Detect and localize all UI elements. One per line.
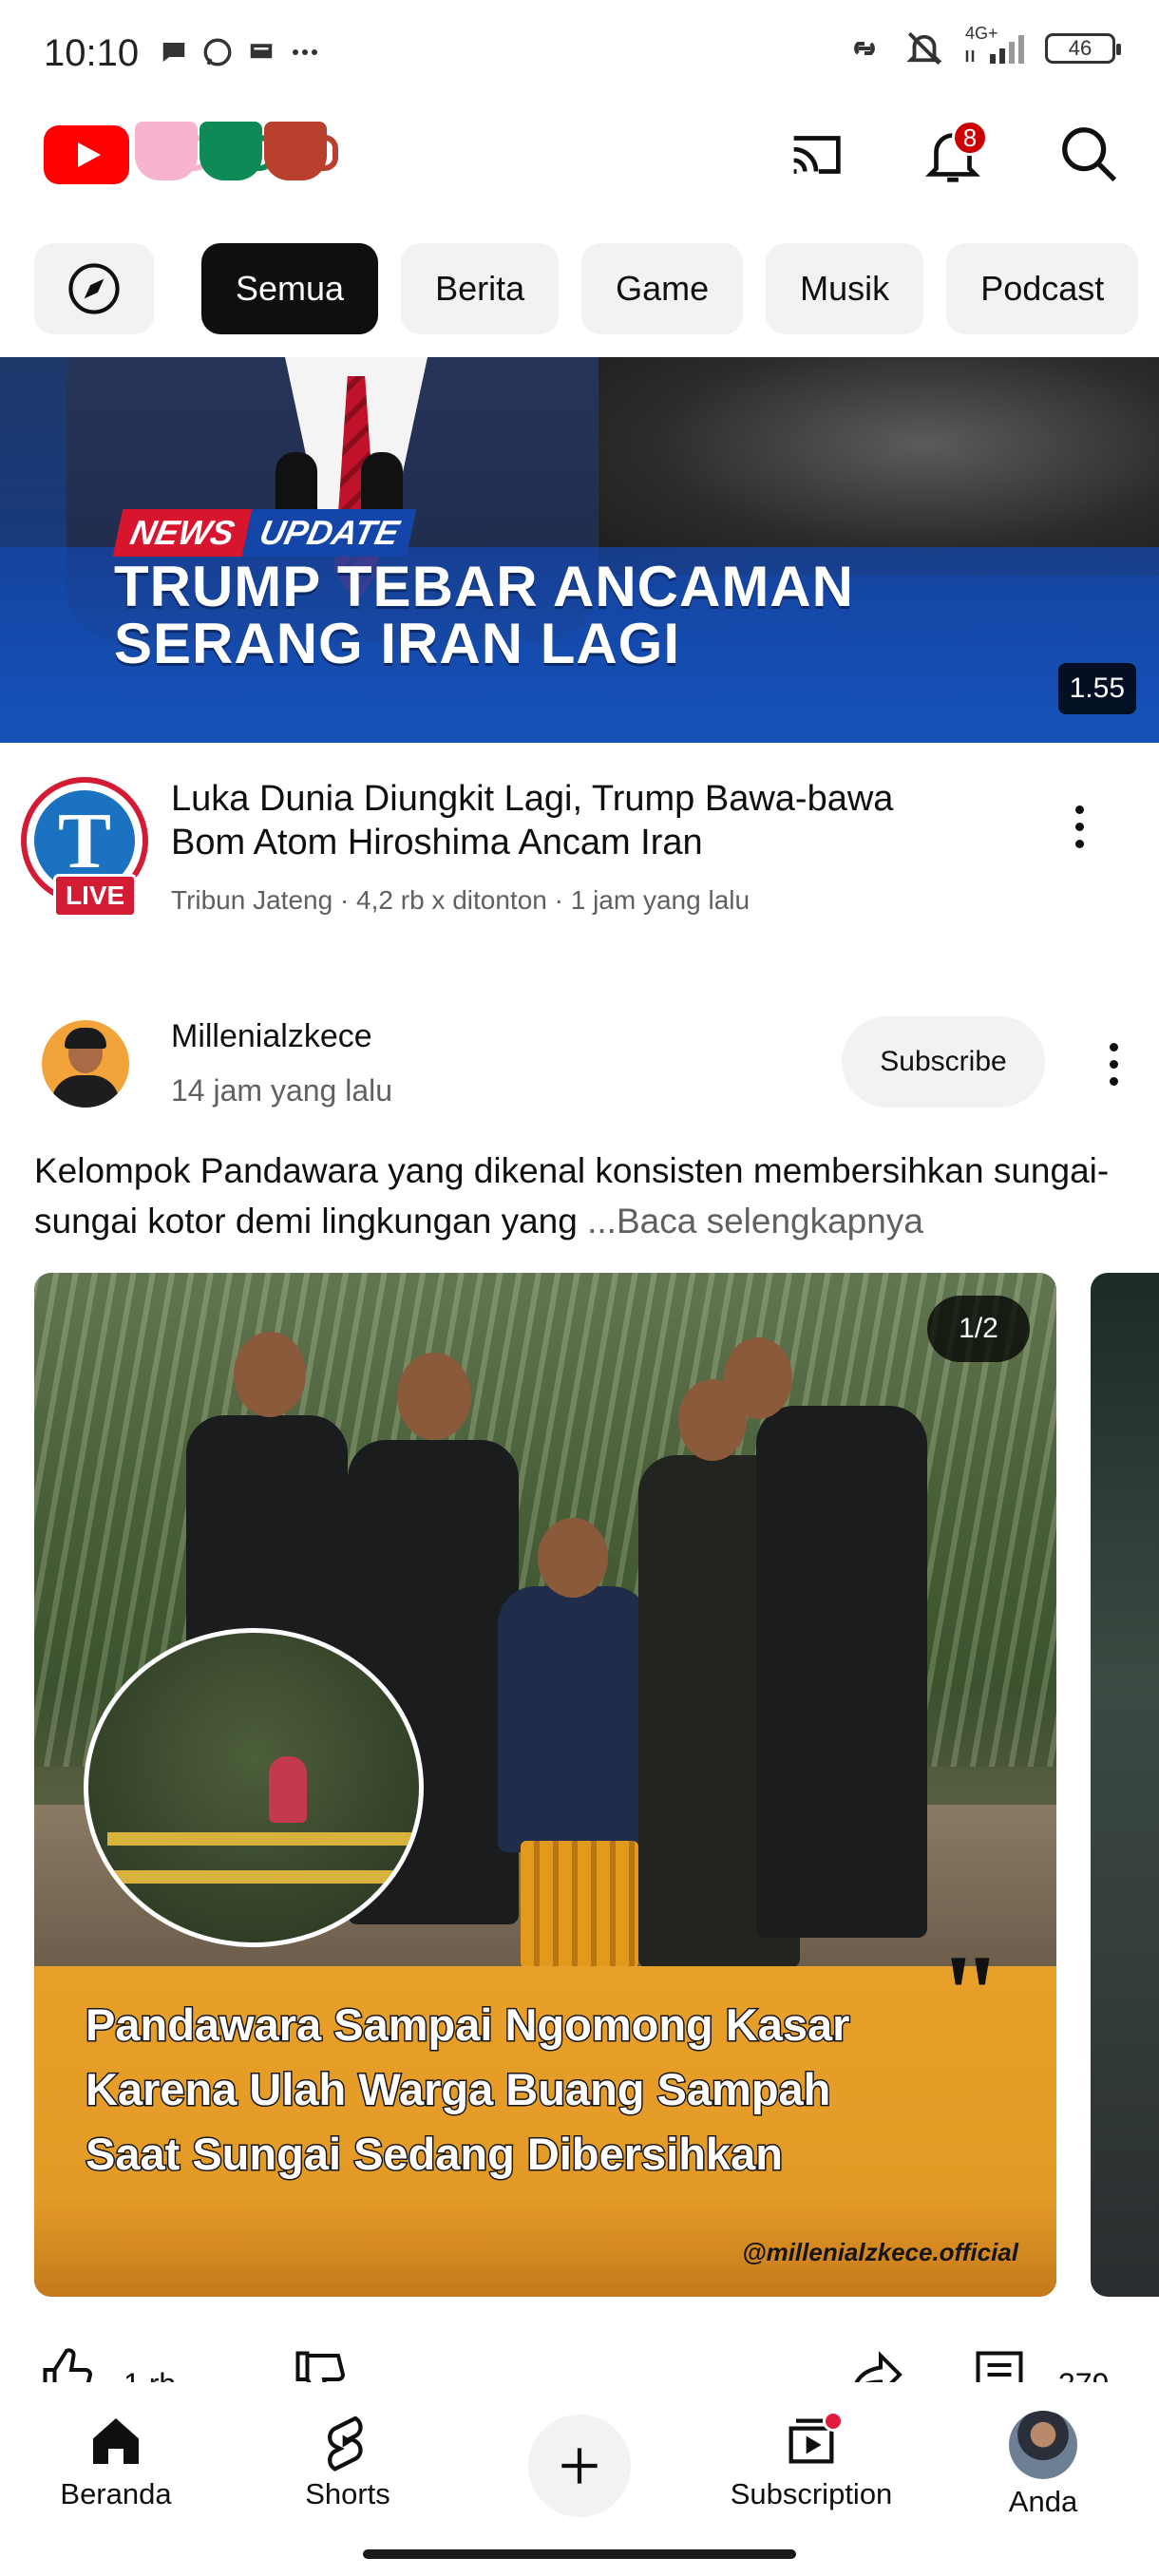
message-icon bbox=[250, 44, 273, 59]
bottom-navigation: Beranda Shorts Subscription Anda bbox=[0, 2382, 1159, 2576]
compass-icon bbox=[68, 263, 120, 314]
post-image[interactable]: 1/2 " Pandawara Sampai Ngomong Kasar Kar… bbox=[34, 1273, 1056, 2297]
post-image-headline-line: Saat Sungai Sedang Dibersihkan bbox=[85, 2128, 785, 2181]
post-channel-avatar[interactable] bbox=[42, 1020, 129, 1108]
battery-level: 46 bbox=[1068, 36, 1092, 60]
doodle-mugs[interactable] bbox=[135, 122, 338, 180]
update-tag-label: UPDATE bbox=[241, 509, 417, 557]
video-more-options-icon[interactable] bbox=[1060, 798, 1098, 855]
video-thumbnail[interactable]: NEWS UPDATE TRUMP TEBAR ANCAMAN SERANG I… bbox=[0, 357, 1159, 743]
chip-semua[interactable]: Semua bbox=[201, 243, 379, 334]
muted-bell-icon bbox=[906, 31, 942, 66]
thumbnail-headline: TRUMP TEBAR ANCAMAN SERANG IRAN LAGI bbox=[114, 559, 854, 672]
post-more-options-icon[interactable] bbox=[1094, 1035, 1132, 1092]
post-text[interactable]: Kelompok Pandawara yang dikenal konsiste… bbox=[34, 1146, 1136, 1246]
filter-chips: Semua Berita Game Musik Podcast bbox=[34, 243, 1139, 334]
cast-icon[interactable] bbox=[783, 122, 849, 188]
news-update-tag: NEWS UPDATE bbox=[112, 509, 417, 557]
post-image-head bbox=[234, 1332, 306, 1417]
create-button[interactable] bbox=[528, 2415, 631, 2517]
post-body: Kelompok Pandawara yang dikenal konsiste… bbox=[34, 1151, 1110, 1241]
post-image-head bbox=[397, 1353, 471, 1440]
post-image-handle: @millenialzkece.official bbox=[742, 2238, 1018, 2266]
nav-shorts[interactable]: Shorts bbox=[253, 2411, 443, 2511]
shorts-icon bbox=[328, 2415, 363, 2472]
nav-subscriptions[interactable]: Subscription bbox=[716, 2411, 906, 2511]
nav-home[interactable]: Beranda bbox=[21, 2411, 211, 2511]
thumbnail-smoke-bg bbox=[570, 357, 1159, 576]
channel-avatar[interactable]: T LIVE bbox=[21, 777, 148, 918]
thumbnail-headline-line: TRUMP TEBAR ANCAMAN bbox=[114, 555, 854, 618]
chip-game[interactable]: Game bbox=[581, 243, 744, 334]
post-time: 14 jam yang lalu bbox=[171, 1073, 393, 1108]
post-image-person bbox=[498, 1586, 650, 1852]
create-icon bbox=[561, 2448, 598, 2484]
signal-indicator: 4G+ bbox=[961, 24, 1028, 67]
post-channel-name[interactable]: Millenialzkece bbox=[171, 1018, 372, 1055]
chip-berita[interactable]: Berita bbox=[401, 243, 560, 334]
nav-shorts-label: Shorts bbox=[305, 2477, 390, 2510]
whatsapp-icon bbox=[203, 38, 232, 66]
signal-icon bbox=[965, 35, 1024, 64]
home-indicator[interactable] bbox=[363, 2549, 796, 2559]
nav-you[interactable]: Anda bbox=[948, 2411, 1138, 2519]
post-image-headline-line: Karena Ulah Warga Buang Sampah bbox=[85, 2063, 832, 2116]
post-image-headline-line: Pandawara Sampai Ngomong Kasar bbox=[85, 1998, 851, 2052]
chat-bubble-icon bbox=[162, 43, 185, 62]
video-info[interactable]: T LIVE Luka Dunia Diungkit Lagi, Trump B… bbox=[0, 773, 1159, 935]
mug-red-icon bbox=[264, 122, 338, 180]
mug-green-icon bbox=[200, 122, 274, 180]
nav-you-label: Anda bbox=[1008, 2485, 1078, 2518]
chip-podcast[interactable]: Podcast bbox=[946, 243, 1139, 334]
post-image-person bbox=[756, 1406, 927, 1938]
post-image-headline: Pandawara Sampai Ngomong Kasar Karena Ul… bbox=[85, 1993, 1036, 2187]
video-title[interactable]: Luka Dunia Diungkit Lagi, Trump Bawa-baw… bbox=[171, 777, 969, 864]
youtube-logo[interactable] bbox=[44, 125, 129, 184]
next-post-image[interactable] bbox=[1091, 1273, 1159, 2297]
status-time: 10:10 bbox=[44, 32, 140, 74]
nav-home-label: Beranda bbox=[60, 2477, 172, 2510]
battery-icon: 46 bbox=[1045, 33, 1121, 64]
post-image-crate bbox=[521, 1841, 638, 1968]
mug-pink-icon bbox=[135, 122, 209, 180]
news-tag-label: NEWS bbox=[112, 509, 253, 557]
subscriptions-new-dot bbox=[823, 2411, 844, 2432]
thumbnail-headline-line: SERANG IRAN LAGI bbox=[114, 612, 681, 675]
home-icon bbox=[93, 2418, 139, 2464]
avatar bbox=[1009, 2411, 1077, 2479]
read-more-link[interactable]: ...Baca selengkapnya bbox=[587, 1202, 923, 1241]
search-icon[interactable] bbox=[1056, 122, 1123, 188]
subscribe-button[interactable]: Subscribe bbox=[842, 1016, 1045, 1108]
nav-subscriptions-label: Subscription bbox=[730, 2477, 893, 2510]
post-image-inset bbox=[84, 1628, 424, 1947]
notification-count-badge: 8 bbox=[952, 120, 988, 156]
app-header: 8 bbox=[0, 104, 1159, 199]
status-bar: 10:10 4G+ 46 bbox=[0, 0, 1159, 104]
post-image-head bbox=[724, 1337, 792, 1419]
status-system-icons: 4G+ 46 bbox=[842, 24, 1121, 68]
live-badge: LIVE bbox=[53, 874, 138, 918]
video-meta: Tribun Jateng · 4,2 rb x ditonton · 1 ja… bbox=[171, 885, 750, 915]
post-image-head bbox=[538, 1518, 608, 1598]
link-icon bbox=[854, 42, 875, 55]
video-duration: 1.55 bbox=[1057, 663, 1136, 714]
explore-chip[interactable] bbox=[34, 243, 154, 334]
image-page-indicator: 1/2 bbox=[927, 1296, 1030, 1362]
community-post-header: Millenialzkece 14 jam yang lalu Subscrib… bbox=[0, 1001, 1159, 1125]
status-notification-icons bbox=[160, 36, 321, 68]
more-dots-icon bbox=[293, 49, 317, 55]
chip-musik[interactable]: Musik bbox=[766, 243, 924, 334]
